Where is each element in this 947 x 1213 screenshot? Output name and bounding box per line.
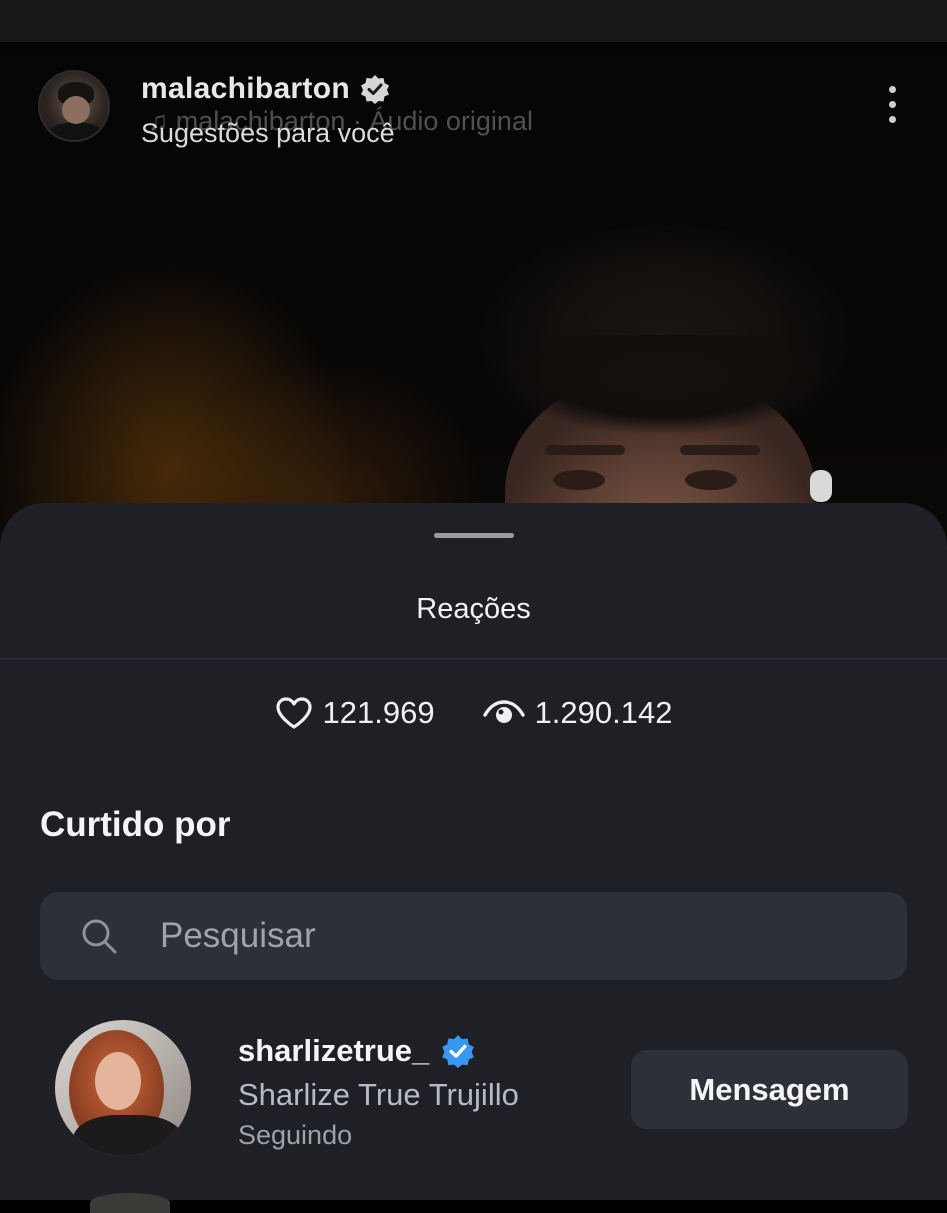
likes-count: 121.969 <box>322 695 435 730</box>
verified-badge-icon <box>442 1035 475 1068</box>
verified-badge-icon <box>360 75 389 104</box>
suggestions-label: Sugestões para você <box>141 118 395 148</box>
earbud <box>810 470 832 502</box>
sheet-drag-handle[interactable] <box>434 533 514 538</box>
search-bar[interactable] <box>40 892 907 980</box>
reaction-stats: 121.969 1.290.142 <box>0 695 947 731</box>
video-brow <box>680 445 760 455</box>
liked-user-row[interactable]: sharlizetrue_ Sharlize True Trujillo Seg… <box>0 1020 947 1160</box>
following-status: Seguindo <box>238 1120 353 1150</box>
eye-icon <box>482 700 525 723</box>
views-count: 1.290.142 <box>534 695 673 730</box>
views-stat: 1.290.142 <box>482 695 673 731</box>
sheet-title: Reações <box>416 593 531 625</box>
video-brow <box>545 445 625 455</box>
user-full-name: Sharlize True Trujillo <box>238 1077 519 1112</box>
reel-video[interactable]: ♫ malachibarton · Áudio original malachi… <box>0 0 947 635</box>
search-input[interactable] <box>158 915 862 957</box>
reel-header: ♫ malachibarton · Áudio original malachi… <box>38 70 918 150</box>
reactions-sheet: Reações 121.969 1.290.142 Curtido por Pe… <box>0 503 947 1213</box>
liked-by-heading: Curtido por <box>40 805 231 844</box>
video-fringe <box>495 335 825 445</box>
author-username[interactable]: malachibarton <box>141 72 390 106</box>
video-eye <box>685 470 737 490</box>
author-avatar[interactable] <box>38 70 110 142</box>
search-icon <box>82 919 117 954</box>
heart-icon <box>275 697 312 729</box>
divider <box>0 658 947 659</box>
video-eye <box>553 470 605 490</box>
message-button[interactable]: Mensagem <box>631 1050 908 1129</box>
user-username[interactable]: sharlizetrue_ <box>238 1033 475 1069</box>
more-options-icon[interactable] <box>880 86 904 130</box>
status-bar-area <box>0 0 947 42</box>
likes-stat: 121.969 <box>275 695 435 731</box>
user-avatar[interactable] <box>55 1020 191 1156</box>
next-user-avatar-partial[interactable] <box>90 1193 170 1213</box>
